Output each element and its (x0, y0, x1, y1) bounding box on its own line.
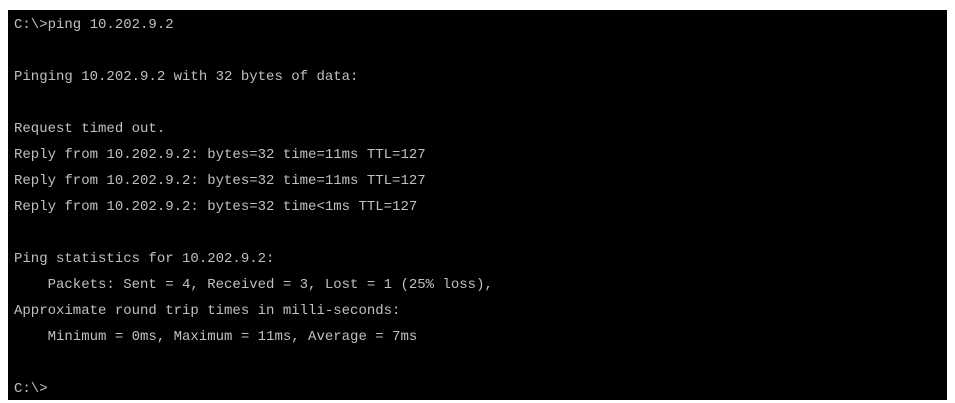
console-window[interactable]: C:\>ping 10.202.9.2 Pinging 10.202.9.2 w… (8, 10, 947, 400)
packets-line: Packets: Sent = 4, Received = 3, Lost = … (14, 277, 493, 293)
reply-line: Reply from 10.202.9.2: bytes=32 time=11m… (14, 173, 426, 189)
stats-header: Ping statistics for 10.202.9.2: (14, 251, 275, 267)
command-prompt[interactable]: C:\> (14, 376, 947, 400)
reply-line: Reply from 10.202.9.2: bytes=32 time=11m… (14, 147, 426, 163)
command-line: C:\>ping 10.202.9.2 (14, 17, 174, 33)
reply-line: Reply from 10.202.9.2: bytes=32 time<1ms… (14, 199, 418, 215)
pinging-line: Pinging 10.202.9.2 with 32 bytes of data… (14, 69, 359, 85)
rtt-line: Minimum = 0ms, Maximum = 11ms, Average =… (14, 329, 418, 345)
rtt-header: Approximate round trip times in milli-se… (14, 303, 401, 319)
reply-line: Request timed out. (14, 121, 166, 137)
